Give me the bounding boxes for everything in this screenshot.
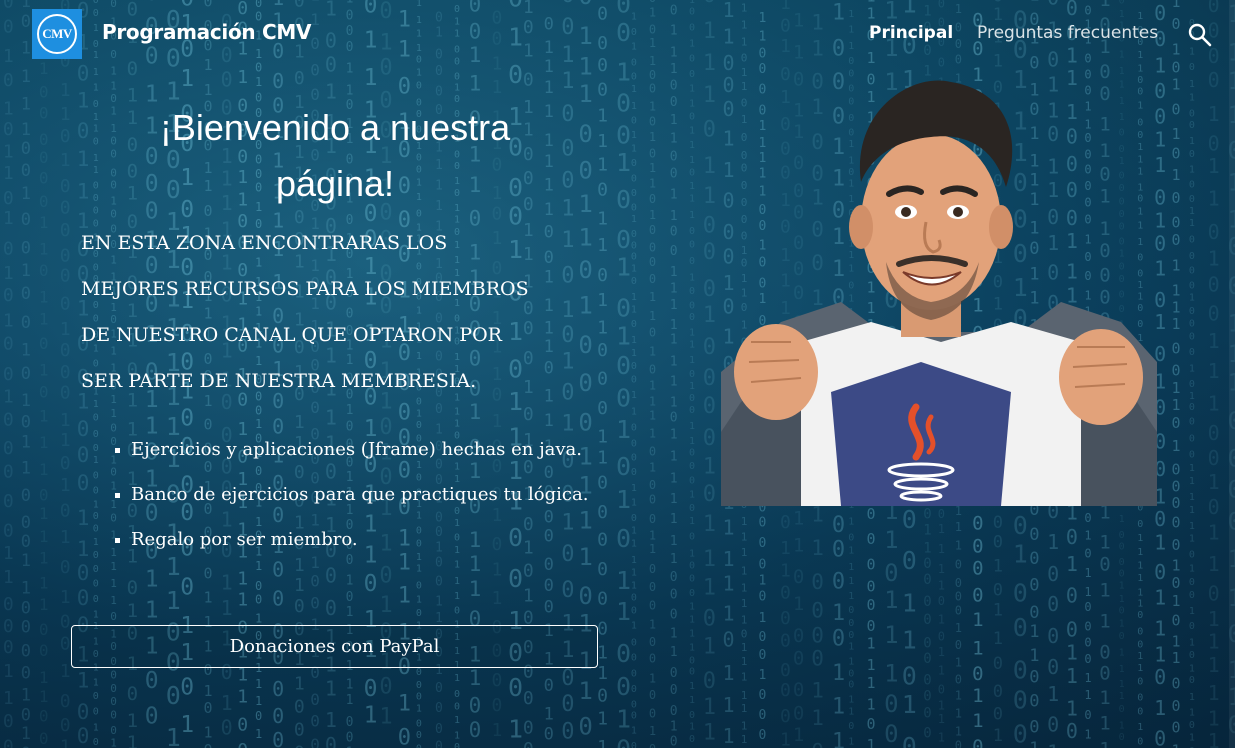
list-item: Ejercicios y aplicaciones (Jframe) hecha… <box>115 436 611 463</box>
intro-line: EN ESTA ZONA ENCONTRARAS LOS <box>81 232 448 254</box>
svg-text:101010101000111100110100000101: 1010101010001111001101000001010110001 <box>1172 0 1181 748</box>
svg-text:001000000110110101110111110011: 00100000011011010111011111001100 <box>39 8 49 748</box>
svg-text:0111011000100001011101011: 0111011000100001011101011 <box>703 0 716 746</box>
list-item: Regalo por ser miembro. <box>115 526 611 553</box>
svg-text:101001101100001000101101100110: 1010011011000010001011011001100001101111… <box>631 12 637 748</box>
welcome-line: página! <box>275 163 395 204</box>
svg-text:101111001001001010110001100001: 101111001001001010110001100001010 <box>21 0 31 748</box>
nav-item-preguntas-frecuentes[interactable]: Preguntas frecuentes <box>977 23 1158 43</box>
site-header: CMV Programación CMV Principal Preguntas… <box>0 0 1235 70</box>
svg-text:001010110101010010000011000110: 0010101101010100100000110001100 <box>3 0 14 748</box>
intro-line: MEJORES RECURSOS PARA LOS MIEMBROS <box>81 278 529 300</box>
svg-text:000110100000010001101010100100: 0001101000000100011010101001001 <box>60 0 71 748</box>
cartoon-portrait-image <box>721 72 1157 506</box>
features-list: Ejercicios y aplicaciones (Jframe) hecha… <box>110 436 611 571</box>
paypal-donation-button[interactable]: Donaciones con PayPal <box>71 625 598 668</box>
intro-line: DE NUESTRO CANAL QUE OPTARON POR <box>81 324 502 346</box>
scrollbar[interactable] <box>1229 0 1235 748</box>
site-logo[interactable]: CMV <box>32 9 82 59</box>
search-icon <box>1188 23 1212 47</box>
intro-line: SER PARTE DE NUESTRA MEMBRESIA. <box>81 370 477 392</box>
logo-badge: CMV <box>37 14 77 54</box>
site-title[interactable]: Programación CMV <box>102 20 311 44</box>
svg-text:00100100101001010110010: 00100100101001010110010 <box>616 0 631 748</box>
portrait-illustration <box>721 80 1157 506</box>
intro-text: EN ESTA ZONA ENCONTRARAS LOS MEJORES REC… <box>81 220 601 404</box>
svg-text:0000101101001110010110111111: 0000101101001110010110111111 <box>1208 0 1220 748</box>
svg-text:010110010101101000011010111101: 0101100101011010000110101111010001100010… <box>649 0 656 748</box>
list-item: Banco de ejercicios para que practiques … <box>115 481 611 508</box>
welcome-heading: ¡Bienvenido a nuestra página! <box>90 100 580 212</box>
welcome-line: ¡Bienvenido a nuestra <box>159 107 511 148</box>
nav-item-principal[interactable]: Principal <box>869 23 953 43</box>
svg-text:100100110111011100010001110100: 1001001101110111000100011101001100010101… <box>689 0 695 748</box>
search-button[interactable] <box>1186 21 1214 49</box>
svg-text:011100110011001111111101111111: 0111001100110011111111011111110001100010 <box>670 3 678 748</box>
svg-text:001011001010011000010000101000: 0010110010100110000100001010000111111010… <box>1189 18 1195 748</box>
